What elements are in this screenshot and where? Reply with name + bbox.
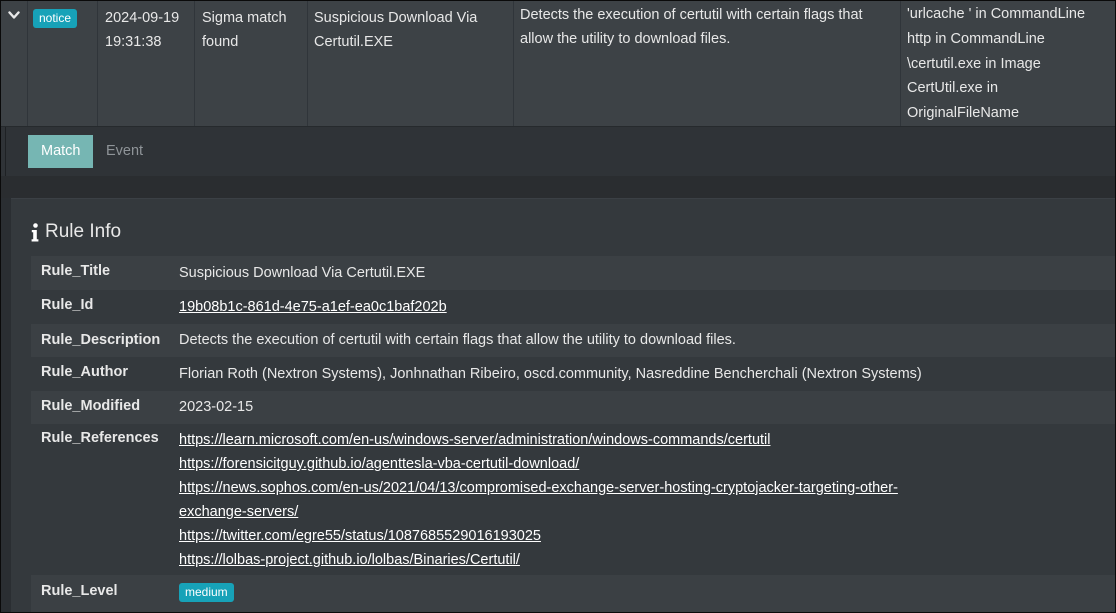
rule-references-key: Rule_References xyxy=(41,430,159,446)
tab-match[interactable]: Match xyxy=(28,135,93,168)
description-cell: Detects the execution of certutil with c… xyxy=(514,1,901,126)
table-row: Rule_Title Suspicious Download Via Certu… xyxy=(31,256,1115,290)
table-row: Rule_Id 19b08b1c-861d-4e75-a1ef-ea0c1baf… xyxy=(31,290,1115,324)
match-item: 'urlcache ' in CommandLine xyxy=(907,6,1086,22)
rule-author-key: Rule_Author xyxy=(41,364,128,380)
rule-modified-value: 2023-02-15 xyxy=(179,399,254,415)
reference-link[interactable]: https://twitter.com/egre55/status/108768… xyxy=(179,528,541,544)
alert-row[interactable]: notice 2024-09-19 19:31:38 Sigma match f… xyxy=(1,1,1115,127)
tabs-divider xyxy=(5,127,6,176)
level-badge: notice xyxy=(33,9,78,28)
match-cell: 'urlcache ' in CommandLine http in Comma… xyxy=(901,1,1115,126)
rule-title-key: Rule_Title xyxy=(41,263,111,279)
title-cell: Suspicious Download Via Certutil.EXE xyxy=(308,1,514,126)
table-row: Rule_Author Florian Roth (Nextron System… xyxy=(31,357,1115,391)
rule-description-value: Detects the execution of certutil with c… xyxy=(179,332,736,348)
tab-event[interactable]: Event xyxy=(93,135,156,168)
rule-title-value: Suspicious Download Via Certutil.EXE xyxy=(179,265,426,281)
row-toggle[interactable] xyxy=(1,1,28,126)
detail-tabs: Match Event xyxy=(1,127,1115,177)
rule-level-badge: medium xyxy=(179,583,234,602)
rule-id-link[interactable]: 19b08b1c-861d-4e75-a1ef-ea0c1baf202b xyxy=(179,299,447,315)
timestamp-time: 19:31:38 xyxy=(105,34,162,50)
level-cell: notice xyxy=(28,1,98,126)
section-gap xyxy=(1,176,1115,198)
reference-link[interactable]: https://lolbas-project.github.io/lolbas/… xyxy=(179,552,520,568)
table-row: Rule_Level medium xyxy=(31,575,1115,612)
rule-id-key: Rule_Id xyxy=(41,297,94,313)
rule-author-value: Florian Roth (Nextron Systems), Jonhnath… xyxy=(179,366,922,382)
rule-info-title: Rule Info xyxy=(45,221,122,242)
rule-info-panel: Rule Info Rule_Title Suspicious Download… xyxy=(11,198,1115,612)
rule-modified-key: Rule_Modified xyxy=(41,398,141,414)
match-item: http in CommandLine xyxy=(907,30,1045,47)
rule-info-table: Rule_Title Suspicious Download Via Certu… xyxy=(31,256,1115,612)
title-line2: Certutil.EXE xyxy=(314,34,393,50)
info-icon xyxy=(31,222,39,241)
category-line2: found xyxy=(202,34,239,50)
rule-level-key: Rule_Level xyxy=(41,583,118,599)
table-row: Rule_Modified 2023-02-15 xyxy=(31,391,1115,424)
table-row: Rule_References https://learn.microsoft.… xyxy=(31,424,1115,575)
table-row: Rule_Description Detects the execution o… xyxy=(31,324,1115,357)
timestamp-cell: 2024-09-19 19:31:38 xyxy=(98,1,195,126)
match-item: OriginalFileName xyxy=(907,105,1020,122)
rule-info-heading: Rule Info xyxy=(31,221,121,243)
reference-link[interactable]: https://news.sophos.com/en-us/2021/04/13… xyxy=(179,480,898,496)
match-item: CertUtil.exe in xyxy=(907,80,999,97)
match-item: \certutil.exe in Image xyxy=(907,55,1041,72)
title-line1: Suspicious Download Via xyxy=(314,10,478,26)
timestamp-date: 2024-09-19 xyxy=(105,10,180,26)
chevron-down-icon[interactable] xyxy=(8,11,20,20)
reference-link[interactable]: https://learn.microsoft.com/en-us/window… xyxy=(179,432,770,448)
category-cell: Sigma match found xyxy=(195,1,308,126)
event-detail-frame: notice 2024-09-19 19:31:38 Sigma match f… xyxy=(0,0,1116,613)
reference-link-continued[interactable]: exchange-servers/ xyxy=(179,504,298,520)
category-line1: Sigma match xyxy=(202,10,287,26)
reference-link[interactable]: https://forensicitguy.github.io/agenttes… xyxy=(179,456,579,472)
rule-description-key: Rule_Description xyxy=(41,332,161,348)
